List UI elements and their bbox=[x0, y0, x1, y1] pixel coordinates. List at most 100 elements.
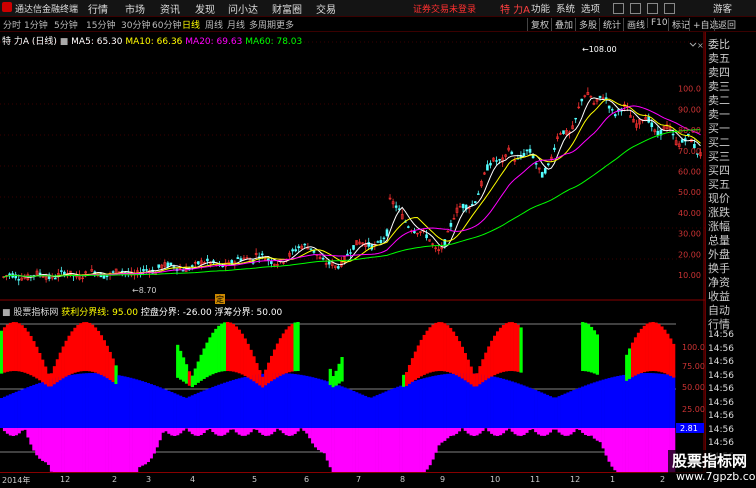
maximize-icon[interactable] bbox=[647, 3, 658, 14]
red-bar bbox=[249, 350, 252, 380]
green-bar bbox=[114, 365, 117, 384]
minimize-icon[interactable] bbox=[613, 3, 624, 14]
candle-body bbox=[18, 279, 20, 280]
magenta-bar bbox=[258, 428, 261, 433]
blue-bar bbox=[70, 375, 73, 428]
magenta-bar bbox=[235, 428, 238, 432]
guest-button[interactable]: 游客 bbox=[713, 1, 732, 15]
red-bar bbox=[252, 356, 255, 381]
magenta-bar bbox=[384, 428, 387, 472]
period-5min[interactable]: 5分钟 bbox=[54, 18, 78, 31]
magenta-bar bbox=[261, 428, 264, 435]
close-icon[interactable] bbox=[664, 3, 675, 14]
draw-button[interactable]: 画线 bbox=[623, 18, 645, 31]
sidebar-item: 14:56 bbox=[708, 357, 734, 367]
settings-icon: × bbox=[697, 41, 704, 50]
kline-chart[interactable]: 100.090.0080.0070.0060.0050.0040.0030.00… bbox=[0, 32, 705, 472]
magenta-bar bbox=[428, 428, 431, 465]
red-bar bbox=[446, 325, 449, 372]
period-15min[interactable]: 15分钟 bbox=[86, 18, 115, 31]
blue-bar bbox=[423, 378, 426, 428]
menu-jiaoyi[interactable]: 交易 bbox=[316, 1, 336, 16]
red-bar bbox=[637, 333, 640, 374]
blue-bar bbox=[449, 374, 452, 428]
blue-bar bbox=[622, 375, 625, 428]
menu-gongneng[interactable]: 功能 bbox=[531, 1, 550, 15]
chevron-down-icon bbox=[690, 43, 696, 46]
period-fenshi[interactable]: 分时 bbox=[3, 18, 21, 31]
blue-bar bbox=[481, 374, 484, 428]
blue-bar bbox=[616, 376, 619, 428]
f10-button[interactable]: F10 bbox=[647, 18, 668, 28]
menu-hangqing[interactable]: 行情 bbox=[88, 1, 108, 16]
stats-button[interactable]: 统计 bbox=[599, 18, 621, 31]
multi-stock-button[interactable]: 多股 bbox=[575, 18, 597, 31]
menu-faxian[interactable]: 发现 bbox=[195, 1, 215, 16]
candle-body bbox=[167, 263, 169, 267]
period-more[interactable]: 更多 bbox=[276, 18, 294, 31]
mark-button[interactable]: 标记 bbox=[668, 18, 690, 31]
period-30min[interactable]: 30分钟 bbox=[121, 18, 150, 31]
menu-shichang[interactable]: 市场 bbox=[125, 1, 145, 16]
blue-bar bbox=[528, 388, 531, 428]
period-60min[interactable]: 60分钟 bbox=[152, 18, 181, 31]
blue-bar bbox=[508, 381, 511, 428]
magenta-bar bbox=[264, 428, 267, 436]
candle-body bbox=[292, 250, 294, 251]
menu-xuanxiang[interactable]: 选项 bbox=[581, 1, 600, 15]
period-week[interactable]: 周线 bbox=[205, 18, 223, 31]
menu-caifuquan[interactable]: 财富圈 bbox=[272, 1, 302, 16]
login-warning[interactable]: 证券交易未登录 bbox=[413, 2, 476, 15]
magenta-bar bbox=[314, 428, 317, 447]
magenta-bar bbox=[464, 428, 467, 431]
blue-bar bbox=[593, 382, 596, 428]
red-bar bbox=[91, 325, 94, 372]
period-day[interactable]: 日线 bbox=[182, 18, 200, 31]
red-bar bbox=[41, 360, 44, 383]
fuquan-button[interactable]: 复权 bbox=[527, 18, 549, 31]
magenta-bar bbox=[56, 428, 59, 472]
candle-body bbox=[298, 247, 300, 248]
magenta-bar bbox=[117, 428, 120, 472]
marker-label: 定 bbox=[216, 294, 224, 304]
magenta-bar bbox=[373, 428, 376, 472]
magenta-bar bbox=[402, 428, 405, 472]
magenta-bar bbox=[584, 428, 587, 435]
indicator-menu-icon[interactable]: ■ bbox=[2, 308, 11, 318]
magenta-bar bbox=[640, 428, 643, 472]
magenta-bar bbox=[643, 428, 646, 472]
magenta-bar bbox=[478, 428, 481, 434]
red-bar bbox=[23, 328, 26, 373]
menu-xitong[interactable]: 系统 bbox=[556, 1, 575, 15]
period-multi[interactable]: 多周期 bbox=[249, 18, 276, 31]
red-bar bbox=[53, 366, 56, 384]
high-label: ←108.00 bbox=[582, 45, 617, 54]
red-bar bbox=[38, 353, 41, 380]
red-bar bbox=[279, 338, 282, 376]
candle-body bbox=[170, 263, 172, 265]
overlay-button[interactable]: 叠加 bbox=[551, 18, 573, 31]
magenta-bar bbox=[267, 428, 270, 436]
blue-bar bbox=[44, 381, 47, 428]
red-bar bbox=[414, 352, 417, 380]
back-button[interactable]: 返回 bbox=[714, 18, 736, 31]
menu-wenxiaoda[interactable]: 问小达 bbox=[228, 1, 258, 16]
magenta-bar bbox=[255, 428, 258, 430]
period-1min[interactable]: 1分钟 bbox=[24, 18, 48, 31]
magenta-bar bbox=[182, 428, 185, 431]
red-bar bbox=[44, 367, 47, 385]
period-month[interactable]: 月线 bbox=[227, 18, 245, 31]
restore-icon[interactable] bbox=[630, 3, 641, 14]
indicator-tick: 75.00 bbox=[682, 362, 705, 371]
blue-bar bbox=[288, 373, 291, 428]
menu-zixun[interactable]: 资讯 bbox=[160, 1, 180, 16]
magenta-bar bbox=[91, 428, 94, 472]
blue-bar bbox=[552, 397, 555, 428]
blue-bar bbox=[646, 373, 649, 428]
blue-bar bbox=[652, 373, 655, 428]
blue-bar bbox=[235, 379, 238, 428]
price-tick: 60.00 bbox=[678, 168, 701, 177]
magenta-bar bbox=[112, 428, 115, 472]
red-bar bbox=[244, 338, 247, 375]
chart-menu-icon[interactable]: ■ bbox=[60, 37, 69, 47]
